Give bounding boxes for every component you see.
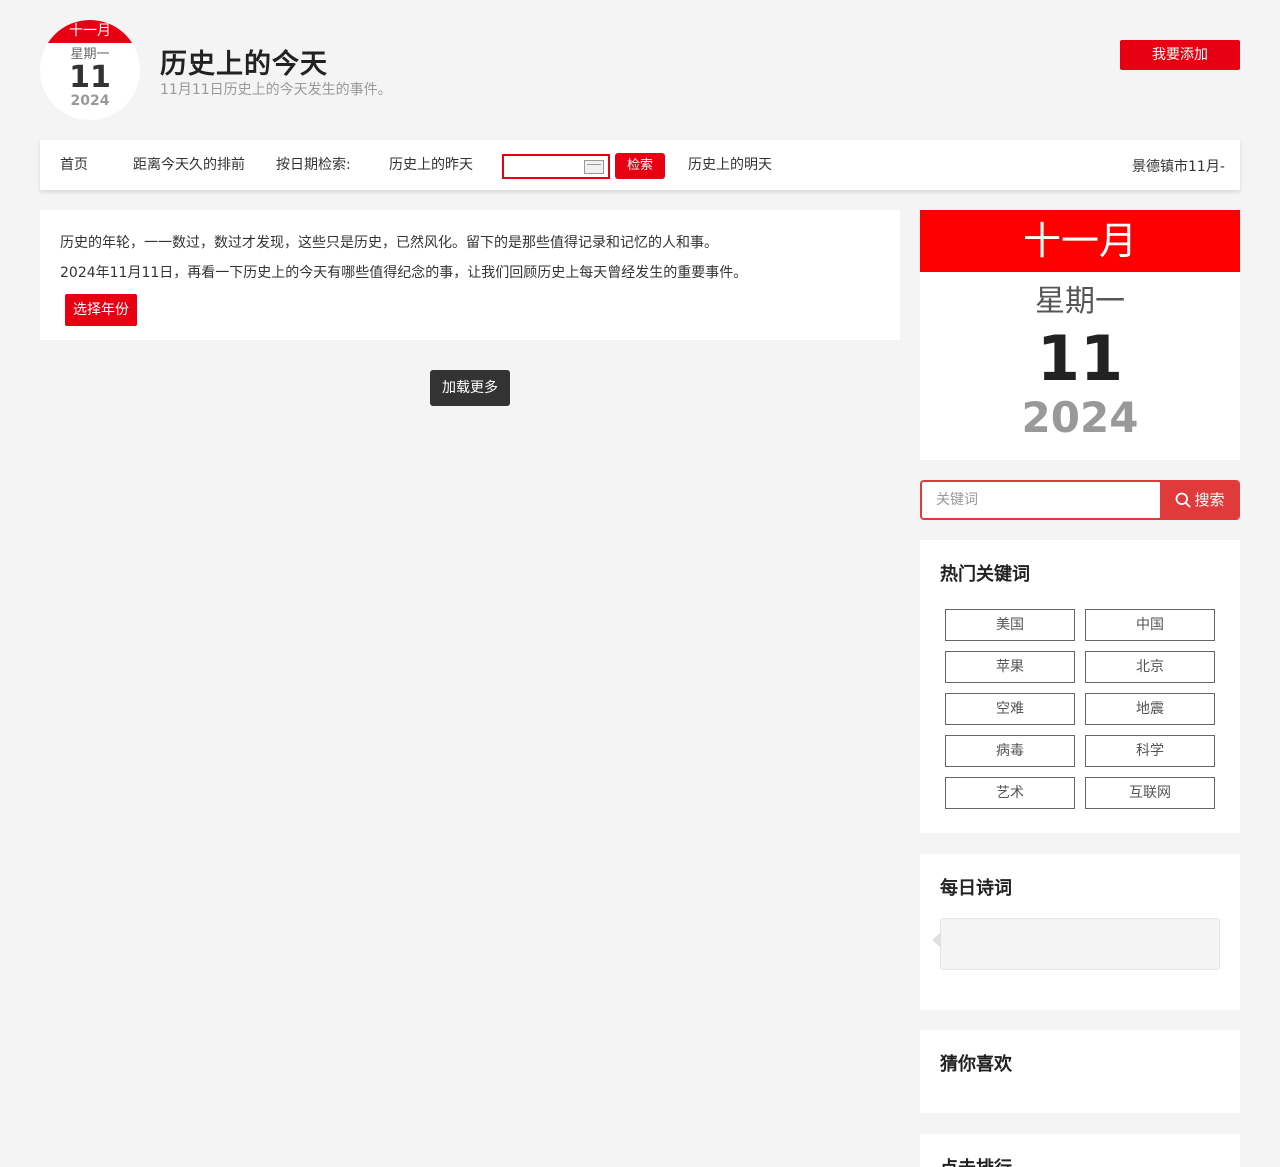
keyword-tag[interactable]: 科学 — [1085, 735, 1215, 767]
news-ticker[interactable]: 景德镇市11月- — [1132, 156, 1234, 176]
keyword-tag[interactable]: 病毒 — [945, 735, 1075, 767]
calendar-year: 2024 — [1021, 393, 1139, 442]
keyword-tag[interactable]: 艺术 — [945, 777, 1075, 809]
nav-yesterday-link[interactable]: 历史上的昨天 — [389, 156, 473, 174]
date-picker-input[interactable] — [502, 154, 610, 179]
click-ranking-title: 点击排行 — [940, 1154, 1012, 1167]
date-search-label: 按日期检索: — [276, 157, 351, 173]
nav-ranking-link[interactable]: 距离今天久的排前 — [133, 156, 245, 174]
keyword-tag[interactable]: 北京 — [1085, 651, 1215, 683]
calendar-weekday: 星期一 — [1035, 284, 1125, 319]
date-search-button[interactable]: 检索 — [615, 153, 665, 179]
calendar-day: 11 — [1036, 322, 1124, 395]
intro-text-line-1: 历史的年轮，一一数过，数过才发现，这些只是历史，已然风化。留下的是那些值得记录和… — [60, 235, 718, 251]
click-ranking-widget: 点击排行 — [920, 1134, 1240, 1167]
hot-keywords-title: 热门关键词 — [940, 564, 1030, 585]
keyword-tag[interactable]: 空难 — [945, 693, 1075, 725]
calendar-icon[interactable] — [584, 160, 604, 174]
poem-bubble — [932, 918, 1220, 970]
site-logo-calendar[interactable]: 十一月 星期一 11 2024 — [40, 20, 140, 120]
keyword-search-button[interactable]: 搜索 — [1160, 482, 1238, 518]
select-year-button[interactable]: 选择年份 — [65, 294, 137, 326]
keyword-tag[interactable]: 苹果 — [945, 651, 1075, 683]
load-more-button[interactable]: 加载更多 — [430, 370, 510, 406]
keyword-tag[interactable]: 中国 — [1085, 609, 1215, 641]
guess-you-like-widget: 猜你喜欢 — [920, 1030, 1240, 1113]
guess-you-like-title: 猜你喜欢 — [940, 1054, 1012, 1075]
keyword-search-form: 搜索 — [920, 480, 1240, 520]
main-nav: 首页 距离今天久的排前 按日期检索: 历史上的昨天 检索 历史上的明天 景德镇市… — [40, 140, 1240, 190]
keyword-tag[interactable]: 地震 — [1085, 693, 1215, 725]
calendar-month: 十一月 — [920, 210, 1240, 272]
add-event-button[interactable]: 我要添加 — [1120, 40, 1240, 70]
hot-keywords-widget: 热门关键词 美国 中国 苹果 北京 空难 地震 病毒 科学 艺术 互联网 — [920, 540, 1240, 833]
logo-month: 十一月 — [40, 20, 140, 43]
daily-poem-widget: 每日诗词 — [920, 854, 1240, 1010]
logo-day: 11 — [69, 60, 111, 95]
nav-tomorrow-link[interactable]: 历史上的明天 — [688, 156, 772, 174]
logo-year: 2024 — [70, 93, 110, 109]
intro-panel: 历史的年轮，一一数过，数过才发现，这些只是历史，已然风化。留下的是那些值得记录和… — [40, 210, 900, 340]
sidebar-calendar: 十一月 星期一 11 2024 — [920, 210, 1240, 460]
site-subtitle: 11月11日历史上的今天发生的事件。 — [160, 82, 392, 98]
search-button-label: 搜索 — [1194, 491, 1225, 509]
keyword-search-input[interactable] — [922, 482, 1160, 518]
keyword-tag[interactable]: 互联网 — [1085, 777, 1215, 809]
keyword-tag[interactable]: 美国 — [945, 609, 1075, 641]
search-icon — [1176, 492, 1191, 508]
daily-poem-title: 每日诗词 — [940, 878, 1012, 899]
intro-text-line-2: 2024年11月11日，再看一下历史上的今天有哪些值得纪念的事，让我们回顾历史上… — [60, 265, 748, 281]
site-title[interactable]: 历史上的今天 — [160, 42, 328, 81]
nav-home-link[interactable]: 首页 — [60, 156, 88, 174]
